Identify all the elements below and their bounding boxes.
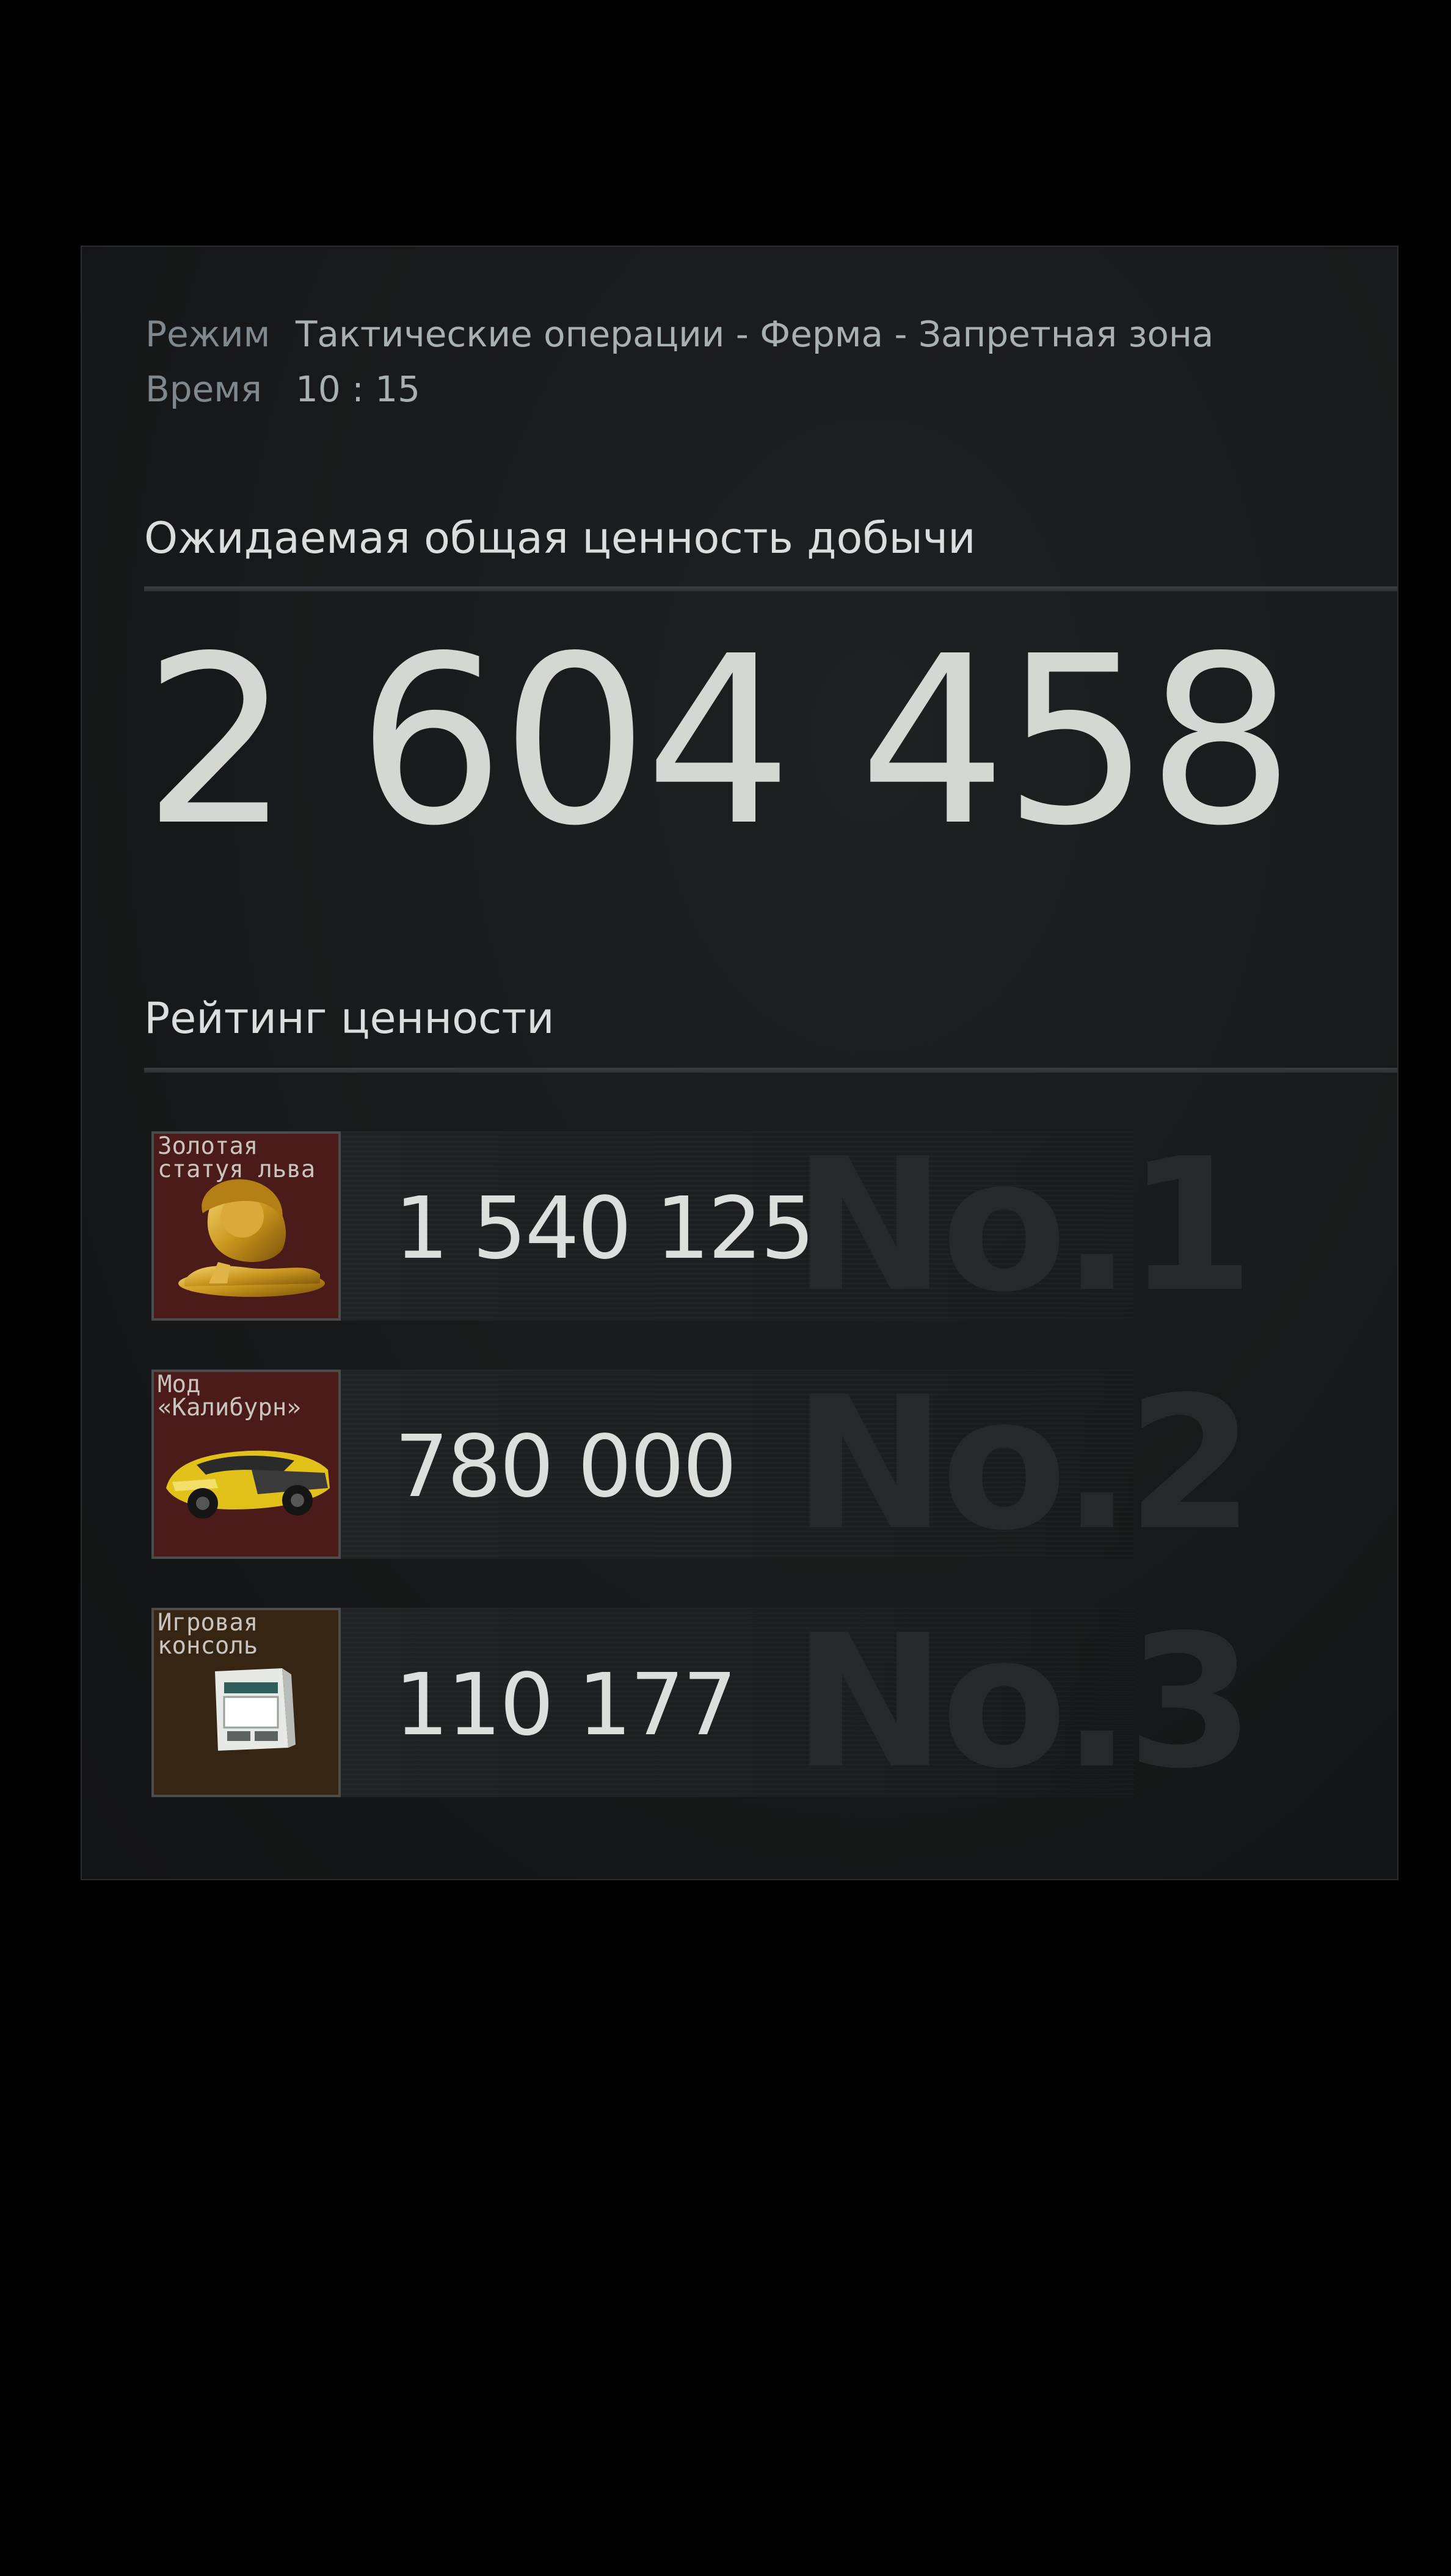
total-divider	[144, 586, 1397, 591]
mode-label: Режим	[145, 313, 271, 355]
rank-row-1[interactable]: No.1 Золотая статуя льва 1 540 125	[151, 1131, 1254, 1321]
item-name-3: Игровая консоль	[158, 1609, 258, 1660]
total-value: 2 604 458	[143, 606, 1295, 877]
time-label: Время	[145, 368, 262, 410]
loot-summary-panel: Режим Тактические операции - Ферма - Запр…	[81, 246, 1398, 1880]
item-name-2: Мод «Калибурн»	[158, 1371, 301, 1421]
time-row: Время 10 : 15	[145, 368, 420, 410]
rank-number-1: No.1	[793, 1119, 1254, 1332]
rank-row-2[interactable]: No.2 Мод «Калибурн» 780 000	[151, 1370, 1254, 1559]
item-card-1[interactable]: Золотая статуя льва	[151, 1131, 341, 1321]
ranking-divider	[144, 1068, 1397, 1073]
mode-row: Режим Тактические операции - Ферма - Запр…	[145, 313, 1213, 356]
rank-number-2: No.2	[793, 1357, 1254, 1571]
item-card-2[interactable]: Мод «Калибурн»	[151, 1370, 341, 1559]
total-value-title: Ожидаемая общая ценность добычи	[144, 513, 976, 563]
ranking-title: Рейтинг ценности	[144, 993, 555, 1043]
rank-row-3[interactable]: No.3 Игровая консоль 110 177	[151, 1608, 1254, 1797]
rank-value-3: 110 177	[395, 1655, 737, 1755]
item-card-3[interactable]: Игровая консоль	[151, 1608, 341, 1797]
time-value: 10 : 15	[296, 368, 421, 410]
rank-value-2: 780 000	[395, 1417, 737, 1517]
mode-value: Тактические операции - Ферма - Запретная…	[296, 313, 1214, 355]
rank-value-1: 1 540 125	[395, 1179, 815, 1279]
item-name-1: Золотая статуя льва	[158, 1133, 316, 1183]
rank-number-3: No.3	[793, 1596, 1254, 1809]
